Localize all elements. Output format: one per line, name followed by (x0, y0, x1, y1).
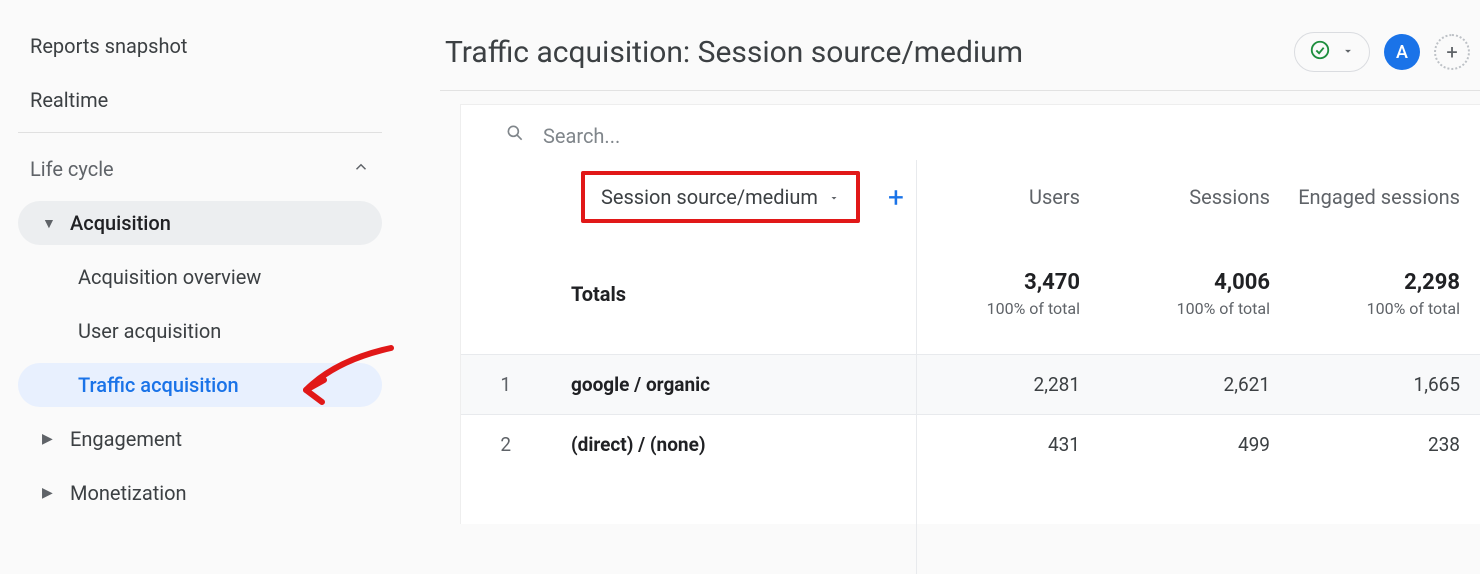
search-row[interactable]: Search... (461, 105, 1480, 160)
sidebar-item-label: Reports snapshot (30, 34, 187, 58)
column-divider (916, 160, 917, 574)
sidebar-item-label: User acquisition (78, 319, 221, 343)
sidebar-section-label: Life cycle (30, 157, 114, 181)
table-header-row: Session source/medium + Users Sessions E… (461, 160, 1480, 234)
col-header-sessions[interactable]: Sessions (1100, 160, 1290, 234)
header-actions: A + (1294, 32, 1470, 72)
check-circle-icon (1309, 39, 1331, 65)
col-index-header (461, 160, 531, 234)
sidebar-item-acquisition[interactable]: ▼ Acquisition (18, 201, 382, 245)
row-dimension: google / organic (531, 373, 910, 396)
metric-value: 3,470 (1024, 270, 1080, 295)
row-engaged: 238 (1290, 433, 1480, 456)
sidebar-item-realtime[interactable]: Realtime (18, 78, 382, 122)
caret-right-icon: ▶ (42, 485, 52, 501)
metric-sublabel: 100% of total (987, 299, 1080, 318)
sidebar-item-label: Engagement (70, 427, 182, 451)
row-engaged: 1,665 (1290, 373, 1480, 396)
avatar-letter: A (1396, 42, 1408, 63)
col-header-engaged-sessions[interactable]: Engaged sessions (1290, 160, 1480, 234)
totals-engaged: 2,298 100% of total (1290, 270, 1480, 318)
totals-row: Totals 3,470 100% of total 4,006 100% of… (461, 234, 1480, 354)
sidebar-item-reports-snapshot[interactable]: Reports snapshot (18, 24, 382, 68)
sidebar-item-label: Traffic acquisition (78, 373, 239, 397)
row-dimension: (direct) / (none) (531, 433, 910, 456)
data-table: Session source/medium + Users Sessions E… (461, 160, 1480, 474)
sidebar-item-label: Monetization (70, 481, 187, 505)
metric-sublabel: 100% of total (1177, 299, 1270, 318)
metric-sublabel: 100% of total (1367, 299, 1460, 318)
totals-sessions: 4,006 100% of total (1100, 270, 1290, 318)
divider (18, 132, 382, 133)
sidebar-item-label: Acquisition (70, 211, 171, 235)
totals-label: Totals (531, 282, 910, 306)
caret-down-icon (1341, 43, 1355, 62)
sidebar-item-label: Realtime (30, 88, 108, 112)
page-title: Traffic acquisition: Session source/medi… (445, 35, 1023, 70)
dimension-label: Session source/medium (601, 185, 818, 209)
row-users: 431 (910, 433, 1100, 456)
row-index: 1 (461, 373, 531, 396)
status-dropdown[interactable] (1294, 32, 1370, 72)
caret-right-icon: ▶ (42, 431, 52, 447)
plus-icon: + (1446, 40, 1457, 64)
row-sessions: 499 (1100, 433, 1290, 456)
avatar[interactable]: A (1384, 34, 1420, 70)
add-dimension-button[interactable]: + (888, 181, 904, 214)
table-row[interactable]: 2 (direct) / (none) 431 499 238 (461, 414, 1480, 474)
sidebar-item-engagement[interactable]: ▶ Engagement (18, 417, 382, 461)
row-index: 2 (461, 433, 531, 456)
dimension-dropdown[interactable]: Session source/medium (581, 171, 860, 223)
metric-value: 4,006 (1214, 270, 1270, 295)
col-header-users[interactable]: Users (910, 160, 1100, 234)
sidebar-section-life-cycle[interactable]: Life cycle (18, 147, 382, 191)
metric-value: 2,298 (1404, 270, 1460, 295)
sidebar-item-traffic-acquisition[interactable]: Traffic acquisition (18, 363, 382, 407)
search-icon (505, 123, 525, 148)
page-header: Traffic acquisition: Session source/medi… (445, 24, 1470, 80)
sidebar: Reports snapshot Realtime Life cycle ▼ A… (0, 0, 400, 524)
row-sessions: 2,621 (1100, 373, 1290, 396)
sidebar-item-monetization[interactable]: ▶ Monetization (18, 471, 382, 515)
chevron-up-icon (352, 157, 370, 181)
sidebar-item-label: Acquisition overview (78, 265, 261, 289)
sidebar-item-acquisition-overview[interactable]: Acquisition overview (18, 255, 382, 299)
caret-down-icon (828, 185, 840, 209)
totals-users: 3,470 100% of total (910, 270, 1100, 318)
sidebar-item-user-acquisition[interactable]: User acquisition (18, 309, 382, 353)
caret-down-icon: ▼ (42, 215, 52, 232)
table-row[interactable]: 1 google / organic 2,281 2,621 1,665 (461, 354, 1480, 414)
divider (440, 90, 1480, 91)
row-users: 2,281 (910, 373, 1100, 396)
report-panel: Search... Session source/medium + Users … (460, 104, 1480, 524)
search-placeholder: Search... (543, 124, 620, 148)
add-comparison-button[interactable]: + (1434, 34, 1470, 70)
